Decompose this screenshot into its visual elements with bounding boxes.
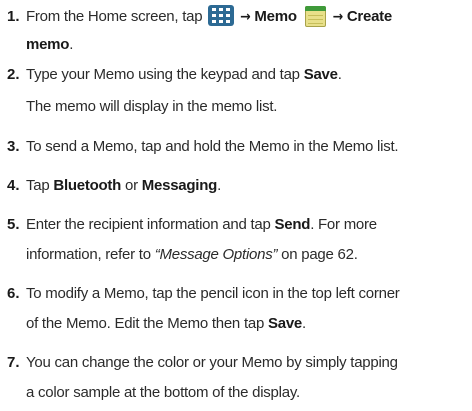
step-number: 1. bbox=[7, 8, 20, 25]
memo-app-icon bbox=[303, 5, 327, 27]
step-text: To modify a Memo, tap the pencil icon in… bbox=[26, 285, 400, 302]
apps-grid-icon bbox=[208, 5, 235, 26]
step-text: information, refer to bbox=[26, 246, 151, 263]
step-text: or bbox=[125, 177, 138, 194]
send-label: Send bbox=[274, 216, 311, 233]
step-text: Type your Memo using the keypad and tap bbox=[26, 66, 300, 83]
create-label: Create bbox=[346, 8, 393, 25]
step-text: Tap bbox=[26, 177, 50, 194]
punct: . bbox=[217, 177, 221, 194]
memo-label: Memo bbox=[254, 8, 297, 25]
step-subtext: The memo will display in the memo list. bbox=[26, 98, 278, 115]
instruction-list: 1. From the Home screen, tap → Memo → Cr… bbox=[0, 0, 472, 411]
step-text: Enter the recipient information and tap bbox=[26, 216, 271, 233]
punct: . bbox=[69, 36, 74, 53]
step-number: 4. bbox=[7, 177, 20, 194]
save-label: Save bbox=[303, 66, 338, 83]
step-text: From the Home screen, tap bbox=[26, 8, 203, 25]
step-number: 6. bbox=[7, 285, 20, 302]
punct: . bbox=[302, 315, 306, 332]
arrow-icon: → bbox=[332, 9, 344, 25]
save-label: Save bbox=[267, 315, 303, 332]
punct: . bbox=[337, 66, 342, 83]
step-number: 5. bbox=[7, 216, 20, 233]
step-number: 7. bbox=[7, 354, 20, 371]
step-text: of the Memo. Edit the Memo then tap bbox=[26, 315, 265, 332]
step-text: To send a Memo, tap and hold the Memo in… bbox=[26, 138, 399, 155]
step-text: You can change the color or your Memo by… bbox=[26, 354, 398, 371]
step-text: a color sample at the bottom of the disp… bbox=[26, 384, 300, 401]
bluetooth-label: Bluetooth bbox=[53, 177, 122, 194]
messaging-label: Messaging bbox=[141, 177, 218, 194]
step-text: on page 62. bbox=[277, 246, 358, 263]
cross-reference-link[interactable]: “Message Options” bbox=[155, 246, 278, 263]
step-number: 2. bbox=[7, 66, 20, 83]
create-label-cont: memo bbox=[26, 36, 70, 53]
step-text: . For more bbox=[310, 216, 377, 233]
step-number: 3. bbox=[7, 138, 20, 155]
arrow-icon: → bbox=[240, 9, 251, 25]
